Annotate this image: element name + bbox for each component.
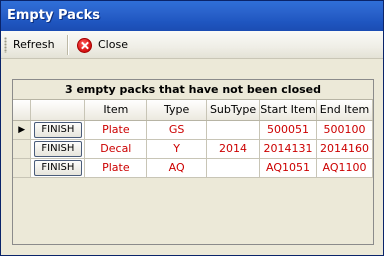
column-header-type[interactable]: Type (146, 100, 208, 121)
cell-start-item[interactable]: AQ1051 (259, 157, 317, 178)
close-button[interactable]: Close (77, 34, 128, 56)
cell-subtype[interactable]: 2014 (206, 138, 261, 159)
button-header-blank (30, 100, 86, 121)
row-header (13, 138, 32, 159)
finish-button[interactable]: FINISH (33, 121, 82, 138)
table-row[interactable]: FINISH Plate AQ AQ1051 AQ1100 (13, 157, 374, 178)
close-label: Close (98, 38, 128, 51)
cell-start-item[interactable]: 2014131 (259, 138, 317, 159)
cell-end-item[interactable]: AQ1100 (315, 157, 374, 178)
column-header-start-item[interactable]: Start Item (259, 100, 317, 121)
header-row: Item Type SubType Start Item End Item (13, 100, 374, 121)
row-header-blank (13, 100, 32, 121)
cell-subtype[interactable] (206, 119, 261, 140)
close-icon (77, 37, 92, 53)
cell-end-item[interactable]: 500100 (315, 119, 374, 140)
title-bar: Empty Packs (1, 1, 383, 31)
cell-end-item[interactable]: 2014160 (315, 138, 374, 159)
cell-item[interactable]: Plate (84, 119, 148, 140)
cell-item[interactable]: Decal (84, 138, 148, 159)
toolbar-separator (67, 35, 68, 55)
cell-item[interactable]: Plate (84, 157, 148, 178)
cell-type[interactable]: GS (146, 119, 208, 140)
row-header (13, 157, 32, 178)
column-header-item[interactable]: Item (84, 100, 148, 121)
refresh-button[interactable]: Refresh (13, 34, 55, 56)
row-pointer-icon: ▶ (13, 119, 32, 140)
grid-caption: 3 empty packs that have not been closed (13, 80, 373, 100)
column-header-subtype[interactable]: SubType (206, 100, 261, 121)
column-header-end-item[interactable]: End Item (316, 100, 374, 121)
button-cell: FINISH (30, 119, 86, 140)
empty-packs-window: Empty Packs Refresh Close 3 empty packs … (0, 0, 384, 256)
packs-table: Item Type SubType Start Item End Item ▶ … (13, 100, 374, 178)
refresh-label: Refresh (13, 38, 55, 51)
cell-type[interactable]: Y (146, 138, 208, 159)
table-row[interactable]: ▶ FINISH Plate GS 500051 500100 (13, 119, 374, 140)
finish-button[interactable]: FINISH (33, 159, 82, 176)
button-cell: FINISH (30, 138, 86, 159)
finish-button[interactable]: FINISH (33, 140, 82, 157)
cell-subtype[interactable] (206, 157, 261, 178)
table-row[interactable]: FINISH Decal Y 2014 2014131 2014160 (13, 138, 374, 159)
toolbar: Refresh Close (1, 31, 383, 59)
cell-type[interactable]: AQ (146, 157, 208, 178)
button-cell: FINISH (30, 157, 86, 178)
toolbar-grip[interactable] (4, 37, 7, 53)
packs-grid: 3 empty packs that have not been closed … (12, 79, 374, 245)
cell-start-item[interactable]: 500051 (259, 119, 317, 140)
window-title: Empty Packs (7, 8, 100, 23)
